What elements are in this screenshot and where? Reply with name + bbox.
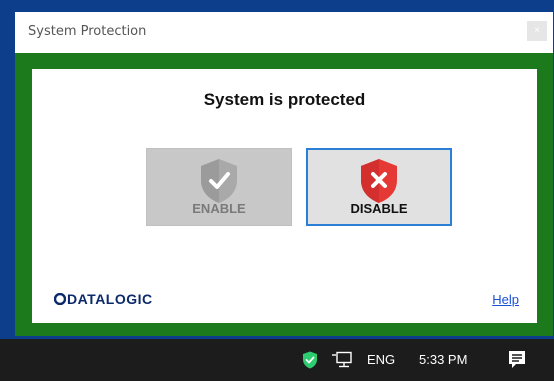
system-protection-window: System Protection × System is protected … <box>15 12 553 336</box>
datalogic-logo: DATALOGIC <box>54 291 153 307</box>
clock[interactable]: 5:33 PM <box>419 352 467 367</box>
brand-name: DATALOGIC <box>67 291 153 307</box>
network-icon[interactable] <box>331 351 353 369</box>
disable-button-label: DISABLE <box>350 201 408 216</box>
help-link[interactable]: Help <box>492 292 519 307</box>
notifications-icon[interactable] <box>508 350 526 370</box>
window-title: System Protection <box>28 24 147 39</box>
desktop-background: System Protection × System is protected … <box>0 0 554 381</box>
title-bar[interactable]: System Protection × <box>15 12 553 53</box>
enable-button-label: ENABLE <box>192 201 246 216</box>
shield-check-icon <box>201 159 237 203</box>
datalogic-logo-mark-icon <box>54 293 66 305</box>
shield-x-icon <box>361 159 397 203</box>
language-indicator[interactable]: ENG <box>367 352 395 367</box>
security-shield-icon[interactable] <box>302 351 318 369</box>
protection-panel: System is protected ENABLE DISABLE DATAL… <box>32 69 537 323</box>
enable-button[interactable]: ENABLE <box>146 148 292 226</box>
status-heading: System is protected <box>203 90 366 109</box>
disable-button[interactable]: DISABLE <box>306 148 452 226</box>
taskbar: ENG 5:33 PM <box>0 339 554 381</box>
close-button[interactable]: × <box>527 21 547 41</box>
